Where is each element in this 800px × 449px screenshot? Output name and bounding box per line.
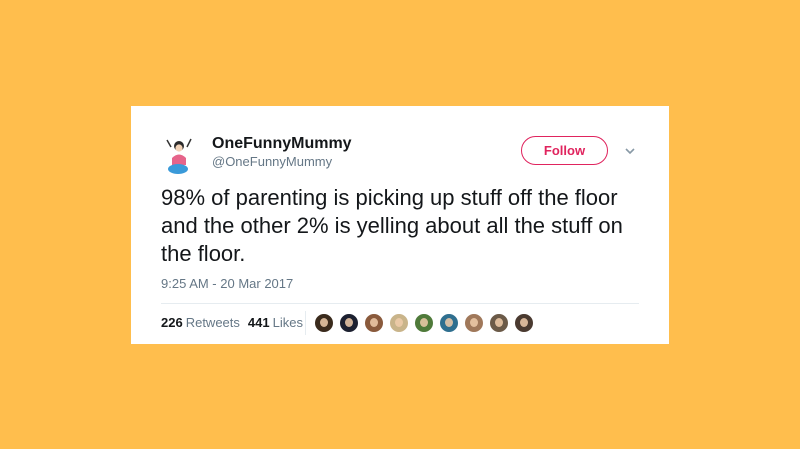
liker-face	[495, 318, 503, 327]
timestamp[interactable]: 9:25 AM - 20 Mar 2017	[161, 276, 293, 291]
liker-face	[345, 318, 353, 327]
liker-avatar[interactable]	[314, 313, 334, 333]
liker-face	[320, 318, 328, 327]
retweets-label: Retweets	[185, 315, 240, 330]
avatar[interactable]	[161, 134, 197, 176]
liker-avatar[interactable]	[364, 313, 384, 333]
tweet-text: 98% of parenting is picking up stuff off…	[161, 185, 623, 266]
chevron-down-icon[interactable]	[624, 146, 636, 156]
liker-avatar[interactable]	[389, 313, 409, 333]
liker-avatar[interactable]	[514, 313, 534, 333]
tweet-card: OneFunnyMummy @OneFunnyMummy Follow 98% …	[131, 106, 669, 344]
likes-count: 441	[247, 315, 270, 330]
user-handle[interactable]: @OneFunnyMummy	[212, 154, 332, 169]
liker-face	[395, 318, 403, 327]
liker-face	[420, 318, 428, 327]
liker-face	[520, 318, 528, 327]
retweets-stat[interactable]: 226 Retweets	[161, 315, 240, 330]
follow-button[interactable]: Follow	[521, 136, 608, 165]
tweet-stats: 226 Retweets 441 Likes	[161, 315, 311, 330]
likes-stat[interactable]: 441 Likes	[248, 315, 303, 330]
liker-avatar[interactable]	[464, 313, 484, 333]
retweets-count: 226	[161, 315, 183, 330]
liker-avatar[interactable]	[439, 313, 459, 333]
liker-face	[370, 318, 378, 327]
liker-face	[445, 318, 453, 327]
liker-avatar[interactable]	[339, 313, 359, 333]
liker-avatars	[314, 313, 539, 333]
liker-avatar[interactable]	[414, 313, 434, 333]
divider	[161, 303, 639, 304]
liker-face	[470, 318, 478, 327]
likes-label: Likes	[272, 315, 303, 330]
stats-divider	[305, 311, 306, 335]
display-name[interactable]: OneFunnyMummy	[212, 135, 352, 153]
liker-avatar[interactable]	[489, 313, 509, 333]
